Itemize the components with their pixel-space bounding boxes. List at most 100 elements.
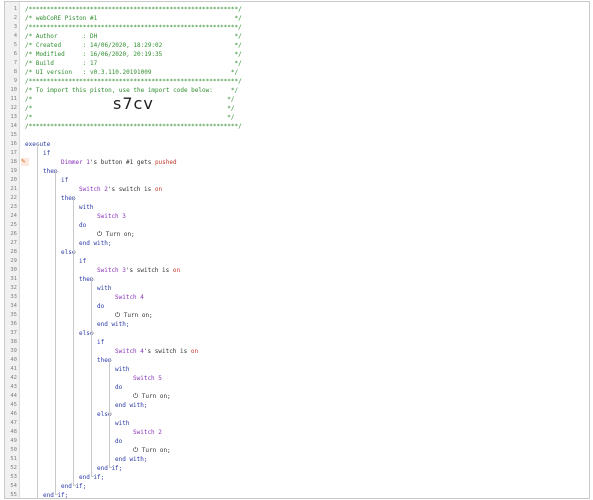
code-line: 54 end if; — [5, 482, 589, 491]
code-line: 2 /* webCoRE Piston #1 */ — [5, 14, 589, 23]
code-line: 43 do — [5, 383, 589, 392]
code-text: ⏻ Turn on; — [133, 392, 171, 401]
line-number: 5 — [13, 42, 17, 48]
code-text: if — [97, 338, 104, 347]
line-number: 37 — [10, 330, 17, 336]
state-value: on — [154, 186, 163, 193]
code-line: 41 with — [5, 365, 589, 374]
code-area: 1 /**************************************… — [5, 2, 589, 498]
text: Turn on; — [120, 312, 153, 319]
line-number: 10 — [10, 87, 17, 93]
line-number: 13 — [10, 114, 17, 120]
comment: /* To import this piston, use the import… — [25, 87, 239, 94]
keyword: end with; — [115, 456, 148, 463]
code-line: 28 else — [5, 248, 589, 257]
code-line: 34 do — [5, 302, 589, 311]
code-line: 5 /* Created : 14/06/2020, 18:29:02 */ — [5, 41, 589, 50]
code-line: 11/* */ — [5, 95, 589, 104]
device-name: Switch 2 — [79, 186, 108, 193]
line-number: 8 — [13, 69, 17, 75]
line-number: 1 — [13, 6, 17, 12]
code-line: 32 with — [5, 284, 589, 293]
device-name: Switch 2 — [133, 429, 162, 436]
comment: /* */ — [25, 114, 235, 121]
keyword: end with; — [97, 321, 130, 328]
line-number: 11 — [10, 96, 17, 102]
code-line: 7 /* Build : 17 */ — [5, 59, 589, 68]
code-line: 17 if — [5, 149, 589, 158]
code-text: Switch 3's switch is on — [97, 266, 180, 275]
comment: /* Author : DH */ — [25, 33, 242, 40]
line-number: 38 — [10, 339, 17, 345]
line-number: 34 — [10, 303, 17, 309]
line-number: 35 — [10, 312, 17, 318]
code-line: 46 else — [5, 410, 589, 419]
line-number: 17 — [10, 150, 17, 156]
keyword: with — [97, 285, 112, 292]
code-text: /* Author : DH */ — [25, 32, 242, 41]
code-text: /* UI version : v0.3.110.20191009 */ — [25, 68, 238, 77]
keyword: with — [115, 366, 130, 373]
state-value: pushed — [154, 159, 177, 166]
block-guide-line — [109, 414, 112, 468]
code-line: 27 end with; — [5, 239, 589, 248]
keyword: if — [61, 177, 69, 184]
device-name: Switch 4 — [115, 294, 144, 301]
line-number: 44 — [10, 393, 17, 399]
line-number: 46 — [10, 411, 17, 417]
line-number: 20 — [10, 177, 17, 183]
code-text: /***************************************… — [25, 77, 242, 86]
code-line: 4 /* Author : DH */ — [5, 32, 589, 41]
code-text: end with; — [115, 455, 148, 464]
code-text: Switch 2's switch is on — [79, 185, 162, 194]
code-line: 20 if — [5, 176, 589, 185]
code-line: 35 ⏻ Turn on; — [5, 311, 589, 320]
code-text: with — [115, 365, 129, 374]
block-guide-line — [73, 252, 76, 486]
code-line: 8 /* UI version : v0.3.110.20191009 */ — [5, 68, 589, 77]
text: Turn on; — [138, 447, 171, 454]
code-text: /* Modified : 16/06/2020, 20:19:35 */ — [25, 50, 242, 59]
state-value: on — [172, 267, 181, 274]
line-number: 30 — [10, 267, 17, 273]
text: Turn on; — [102, 231, 135, 238]
line-number: 33 — [10, 294, 17, 300]
line-number: 6 — [13, 51, 17, 57]
line-number: 54 — [10, 483, 17, 489]
device-name: Switch 3 — [97, 267, 126, 274]
code-line: 9 /**************************************… — [5, 77, 589, 86]
code-text: ⏻ Turn on; — [97, 230, 135, 239]
breakpoint-icon[interactable]: ✎ — [21, 157, 25, 165]
line-number: 23 — [10, 204, 17, 210]
code-text: with — [97, 284, 111, 293]
keyword: end with; — [115, 402, 148, 409]
text: 's switch is — [107, 186, 155, 193]
line-number: 16 — [10, 141, 17, 147]
code-line: 33 Switch 4 — [5, 293, 589, 302]
code-text: /***************************************… — [25, 5, 242, 14]
keyword: do — [79, 222, 87, 229]
line-number: 4 — [13, 33, 17, 39]
code-line: 48 Switch 2 — [5, 428, 589, 437]
keyword: do — [115, 438, 123, 445]
code-line: 14 /*************************************… — [5, 122, 589, 131]
code-text: /***************************************… — [25, 122, 242, 131]
block-guide-line — [55, 171, 58, 495]
code-line: 38 if — [5, 338, 589, 347]
block-guide-line — [73, 198, 76, 252]
line-number: 40 — [10, 357, 17, 363]
block-guide-line — [109, 360, 112, 414]
keyword: do — [115, 384, 123, 391]
code-line: 53 end if; — [5, 473, 589, 482]
code-line: 52 end if; — [5, 464, 589, 473]
code-line: 42 Switch 5 — [5, 374, 589, 383]
device-name: Switch 4 — [115, 348, 144, 355]
code-line: 22 then — [5, 194, 589, 203]
code-line: 45 end with; — [5, 401, 589, 410]
code-text: Switch 4's switch is on — [115, 347, 198, 356]
code-line: 10 /* To import this piston, use the impo… — [5, 86, 589, 95]
code-text: do — [115, 437, 122, 446]
block-guide-line — [91, 333, 94, 477]
line-number: 43 — [10, 384, 17, 390]
code-line: 15 — [5, 131, 589, 140]
